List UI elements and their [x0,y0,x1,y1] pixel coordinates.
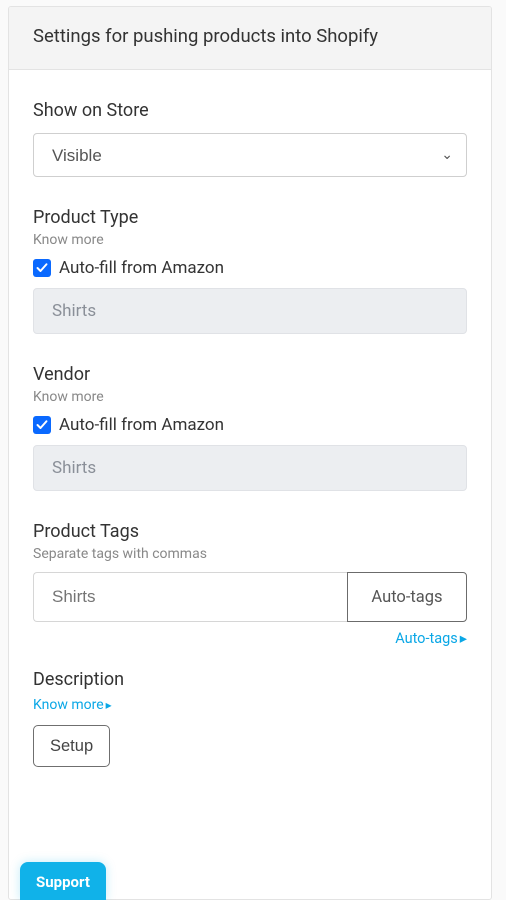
auto-tags-link[interactable]: Auto-tags ▸ [395,630,467,647]
check-icon [36,262,48,274]
section-show-on-store: Show on Store Visible ⌄ [33,70,467,177]
product-type-autofill-checkbox[interactable] [33,259,51,277]
vendor-hint: Know more [33,389,467,405]
caret-right-icon: ▸ [106,698,112,712]
product-type-label: Product Type [33,207,467,228]
product-tags-label: Product Tags [33,521,467,542]
auto-tags-button[interactable]: Auto-tags [347,572,467,622]
card-header: Settings for pushing products into Shopi… [9,7,491,70]
vendor-input: Shirts [33,445,467,491]
product-type-autofill-label: Auto-fill from Amazon [59,258,224,278]
show-on-store-label: Show on Store [33,100,467,121]
description-know-more-label: Know more [33,697,104,713]
product-type-input: Shirts [33,288,467,334]
product-tags-input[interactable] [33,572,347,622]
product-type-hint: Know more [33,232,467,248]
vendor-autofill-label: Auto-fill from Amazon [59,415,224,435]
show-on-store-select[interactable]: Visible [33,133,467,177]
section-product-tags: Product Tags Separate tags with commas A… [33,491,467,647]
section-vendor: Vendor Know more Auto-fill from Amazon S… [33,334,467,491]
section-description: Description Know more ▸ Setup [33,647,467,767]
card-title: Settings for pushing products into Shopi… [33,25,467,47]
product-tags-hint: Separate tags with commas [33,546,467,562]
auto-tags-link-label: Auto-tags [395,630,458,647]
vendor-autofill-checkbox[interactable] [33,416,51,434]
check-icon [36,419,48,431]
vendor-label: Vendor [33,364,467,385]
description-label: Description [33,669,467,690]
support-tab[interactable]: Support [20,862,106,900]
description-know-more-link[interactable]: Know more ▸ [33,697,112,713]
description-setup-button[interactable]: Setup [33,725,110,767]
settings-card: Settings for pushing products into Shopi… [8,6,492,900]
caret-right-icon: ▸ [460,630,467,647]
section-product-type: Product Type Know more Auto-fill from Am… [33,177,467,334]
